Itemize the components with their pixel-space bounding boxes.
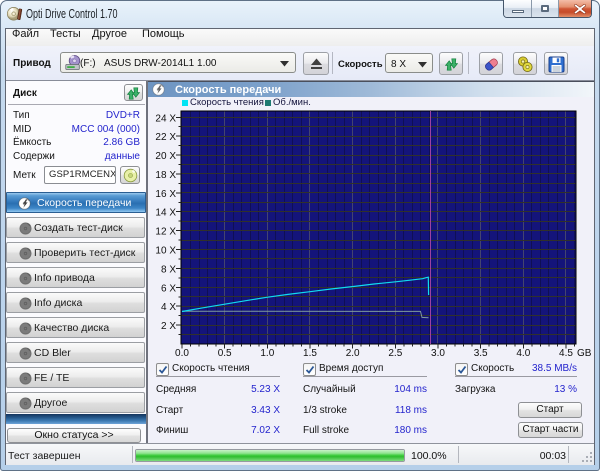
svg-text:10 X: 10 X xyxy=(155,246,176,257)
svg-text:GB: GB xyxy=(577,348,592,359)
svg-text:16 X: 16 X xyxy=(155,189,176,200)
svg-text:4.0: 4.0 xyxy=(516,348,530,359)
svg-text:22 X: 22 X xyxy=(155,132,176,143)
svg-text:3.0: 3.0 xyxy=(431,348,445,359)
svg-text:12 X: 12 X xyxy=(155,227,176,238)
svg-text:6 X: 6 X xyxy=(161,283,176,294)
svg-text:2.5: 2.5 xyxy=(388,348,402,359)
svg-text:0.5: 0.5 xyxy=(218,348,232,359)
svg-text:4 X: 4 X xyxy=(161,302,176,313)
svg-text:4.5: 4.5 xyxy=(559,348,573,359)
svg-text:3.5: 3.5 xyxy=(474,348,488,359)
svg-text:1.0: 1.0 xyxy=(260,348,274,359)
svg-text:24 X: 24 X xyxy=(155,113,176,124)
svg-text:18 X: 18 X xyxy=(155,170,176,181)
svg-text:2.0: 2.0 xyxy=(346,348,360,359)
svg-text:14 X: 14 X xyxy=(155,208,176,219)
svg-text:0.0: 0.0 xyxy=(175,348,189,359)
svg-text:8 X: 8 X xyxy=(161,264,176,275)
svg-text:20 X: 20 X xyxy=(155,151,176,162)
svg-text:1.5: 1.5 xyxy=(303,348,317,359)
svg-text:2 X: 2 X xyxy=(161,321,176,332)
